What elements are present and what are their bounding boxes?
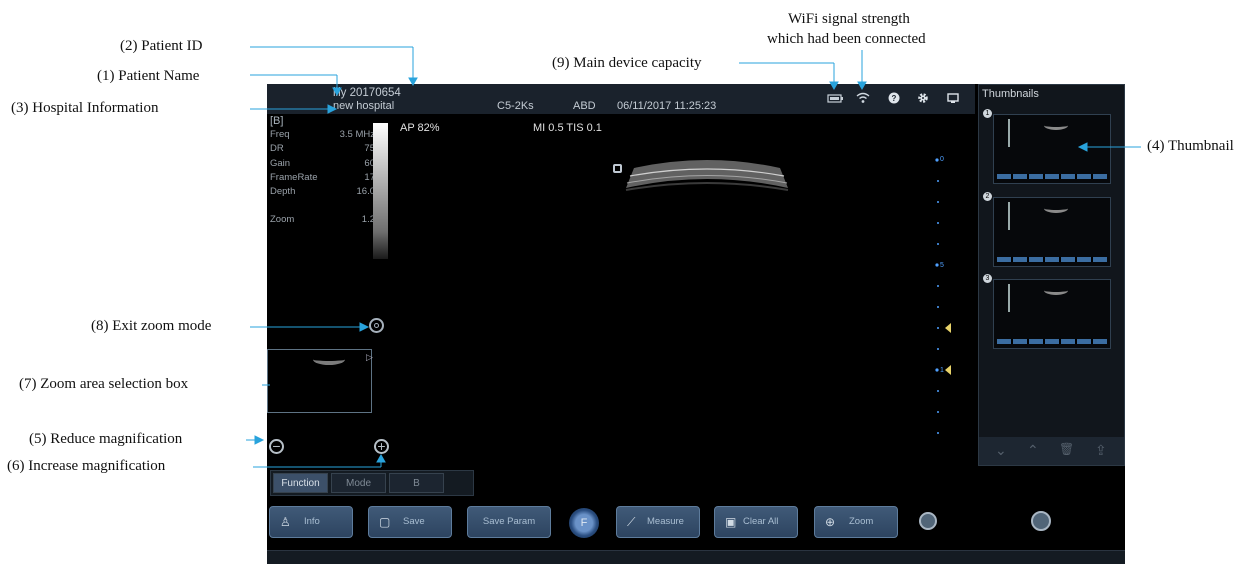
trash-icon[interactable]: 🗑: [1059, 442, 1074, 456]
param-label: DR: [270, 143, 284, 155]
param-label: FrameRate: [270, 171, 318, 183]
patient-name-id: lily 20170654: [333, 87, 401, 99]
save-param-label: Save Param: [482, 516, 536, 527]
thumbnail-controls: ⌄ ⌃ 🗑 ⇪: [979, 437, 1124, 465]
acoustic-power-label: AP 82%: [400, 122, 440, 134]
tab-b[interactable]: B: [389, 473, 444, 493]
thumbnail-item[interactable]: 1: [983, 109, 1111, 184]
param-label: Freq: [270, 129, 290, 141]
resize-handle-icon[interactable]: ▷: [366, 352, 373, 363]
zoom-button-label: Zoom: [849, 516, 874, 527]
help-icon[interactable]: ?: [888, 92, 900, 104]
save-button[interactable]: ▢ Save: [368, 506, 452, 538]
hospital-name: new hospital: [333, 100, 395, 112]
annotation-hospital-info: (3) Hospital Information: [11, 100, 159, 116]
f-knob-button[interactable]: F: [569, 508, 599, 538]
param-value: 3.5 MHz: [339, 129, 375, 141]
ruler-icon: ⟋: [627, 515, 636, 529]
mode-tabs: Function Mode B: [270, 470, 474, 496]
datetime-label: 06/11/2017 11:25:23: [617, 100, 717, 112]
measure-button[interactable]: ⟋ Measure: [616, 506, 700, 538]
export-icon[interactable]: ⇪: [1095, 442, 1107, 459]
annotation-device-capacity: (9) Main device capacity: [552, 55, 702, 71]
annotation-increase-magnification: (6) Increase magnification: [7, 458, 166, 474]
chevron-up-icon[interactable]: ⌃: [1027, 442, 1039, 459]
clear-all-button[interactable]: ▣ Clear All: [714, 506, 798, 538]
annotation-exit-zoom: (8) Exit zoom mode: [91, 318, 212, 334]
zoom-selection-box[interactable]: ▷: [267, 349, 373, 413]
thumbnail-item[interactable]: 2: [983, 192, 1111, 267]
clear-all-button-label: Clear All: [743, 516, 779, 527]
depth-label: 0: [940, 156, 944, 163]
zoom-button[interactable]: ⊕ Zoom: [814, 506, 898, 538]
exit-zoom-button[interactable]: [369, 318, 384, 333]
wifi-icon: [856, 92, 870, 103]
thumbnail-number: 2: [983, 192, 992, 201]
depth-scale: [935, 158, 951, 434]
ultrasound-image: [625, 160, 789, 191]
probe-label: C5-2Ks: [497, 100, 534, 112]
annotation-wifi-line1: WiFi signal strength: [788, 11, 910, 27]
tab-function[interactable]: Function: [273, 473, 328, 493]
depth-label: 1: [940, 367, 944, 374]
top-info-bar: lily 20170654 new hospital C5-2Ks ABD 06…: [267, 84, 975, 114]
thumbnail-number: 1: [983, 109, 992, 118]
zoom-icon: ⊕: [825, 515, 836, 529]
annotation-thumbnail: (4) Thumbnail: [1147, 138, 1234, 154]
annotation-reduce-magnification: (5) Reduce magnification: [29, 431, 183, 447]
chevron-down-icon[interactable]: ⌄: [995, 442, 1007, 459]
thumbnails-panel: Thumbnails 1 2 3 ⌄ ⌃ 🗑 ⇪: [978, 84, 1125, 466]
save-icon: ▢: [379, 515, 391, 529]
annotation-wifi-line2: which had been connected: [767, 31, 926, 47]
footer-bar: [267, 550, 1125, 564]
grayscale-bar: [373, 123, 388, 259]
measure-button-label: Measure: [647, 516, 684, 527]
annotation-patient-name: (1) Patient Name: [97, 68, 200, 84]
user-icon: ♙: [280, 515, 291, 529]
focus-marker-icon: [613, 164, 622, 173]
monitor-icon[interactable]: [947, 92, 959, 104]
info-button[interactable]: ♙ Info: [269, 506, 353, 538]
save-button-label: Save: [403, 516, 425, 527]
mi-tis-label: MI 0.5 TIS 0.1: [533, 122, 602, 134]
imaging-mode: [B]: [270, 115, 284, 127]
save-param-button[interactable]: Save Param: [467, 506, 551, 538]
annotation-patient-id: (2) Patient ID: [120, 38, 203, 54]
zoom-out-button[interactable]: −: [269, 439, 284, 454]
tab-mode[interactable]: Mode: [331, 473, 386, 493]
thumbnails-title: Thumbnails: [982, 88, 1039, 100]
imaging-parameters: [B] Freq 3.5 MHz DR 75 Gain 60 FrameRate 17 …: [270, 114, 375, 227]
param-label: Gain: [270, 157, 291, 169]
clear-icon: ▣: [725, 515, 737, 529]
param-label: Zoom: [270, 214, 295, 226]
annotation-zoom-selection: (7) Zoom area selection box: [19, 376, 189, 392]
battery-icon: [827, 94, 843, 103]
param-label: Depth: [270, 186, 296, 198]
depth-label: 5: [940, 262, 944, 269]
zoom-in-button[interactable]: +: [374, 439, 389, 454]
freeze-icon[interactable]: [1031, 511, 1051, 531]
info-button-label: Info: [304, 516, 320, 527]
svg-text:?: ?: [892, 94, 897, 103]
thumbnail-item[interactable]: 3: [983, 274, 1111, 349]
gear-icon[interactable]: [917, 92, 929, 104]
preset-label: ABD: [573, 100, 596, 112]
refresh-icon[interactable]: [919, 512, 937, 530]
thumbnail-number: 3: [983, 274, 992, 283]
ultrasound-screen: lily 20170654 new hospital C5-2Ks ABD 06…: [267, 84, 1125, 564]
